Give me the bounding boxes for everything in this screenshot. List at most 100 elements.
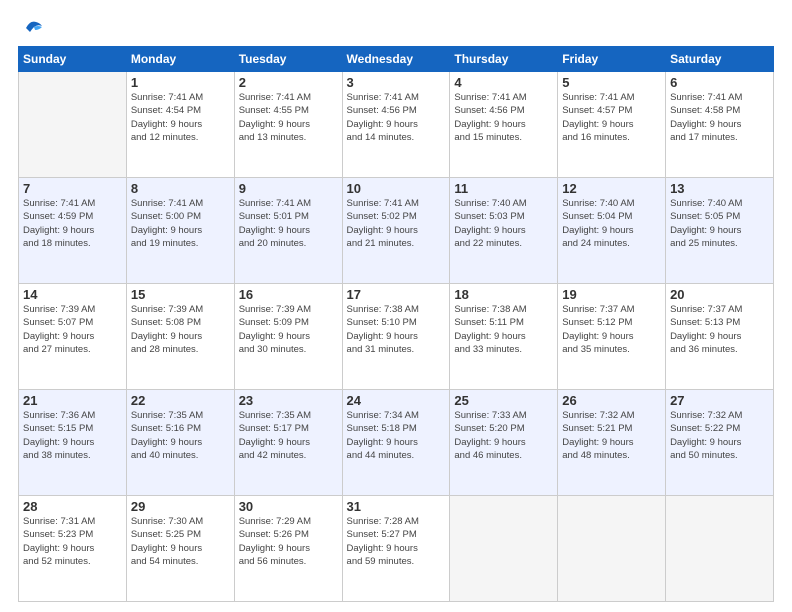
day-number: 17 [347, 287, 446, 302]
day-number: 31 [347, 499, 446, 514]
calendar-week-row: 14Sunrise: 7:39 AMSunset: 5:07 PMDayligh… [19, 284, 774, 390]
day-info: Sunrise: 7:41 AMSunset: 4:54 PMDaylight:… [131, 91, 230, 144]
day-number: 13 [670, 181, 769, 196]
calendar-table: SundayMondayTuesdayWednesdayThursdayFrid… [18, 46, 774, 602]
calendar-cell: 19Sunrise: 7:37 AMSunset: 5:12 PMDayligh… [558, 284, 666, 390]
day-number: 29 [131, 499, 230, 514]
day-number: 18 [454, 287, 553, 302]
calendar-cell: 26Sunrise: 7:32 AMSunset: 5:21 PMDayligh… [558, 390, 666, 496]
calendar-cell: 20Sunrise: 7:37 AMSunset: 5:13 PMDayligh… [666, 284, 774, 390]
day-number: 3 [347, 75, 446, 90]
calendar-header-saturday: Saturday [666, 47, 774, 72]
day-number: 16 [239, 287, 338, 302]
day-info: Sunrise: 7:33 AMSunset: 5:20 PMDaylight:… [454, 409, 553, 462]
calendar-header-wednesday: Wednesday [342, 47, 450, 72]
day-info: Sunrise: 7:41 AMSunset: 4:56 PMDaylight:… [454, 91, 553, 144]
calendar-cell: 13Sunrise: 7:40 AMSunset: 5:05 PMDayligh… [666, 178, 774, 284]
day-info: Sunrise: 7:34 AMSunset: 5:18 PMDaylight:… [347, 409, 446, 462]
calendar-cell: 30Sunrise: 7:29 AMSunset: 5:26 PMDayligh… [234, 496, 342, 602]
calendar-header-tuesday: Tuesday [234, 47, 342, 72]
day-info: Sunrise: 7:32 AMSunset: 5:21 PMDaylight:… [562, 409, 661, 462]
calendar-cell: 27Sunrise: 7:32 AMSunset: 5:22 PMDayligh… [666, 390, 774, 496]
day-info: Sunrise: 7:41 AMSunset: 5:01 PMDaylight:… [239, 197, 338, 250]
calendar-cell: 28Sunrise: 7:31 AMSunset: 5:23 PMDayligh… [19, 496, 127, 602]
calendar-cell: 11Sunrise: 7:40 AMSunset: 5:03 PMDayligh… [450, 178, 558, 284]
calendar-cell: 3Sunrise: 7:41 AMSunset: 4:56 PMDaylight… [342, 72, 450, 178]
day-info: Sunrise: 7:39 AMSunset: 5:08 PMDaylight:… [131, 303, 230, 356]
day-info: Sunrise: 7:37 AMSunset: 5:12 PMDaylight:… [562, 303, 661, 356]
calendar-cell: 10Sunrise: 7:41 AMSunset: 5:02 PMDayligh… [342, 178, 450, 284]
day-number: 22 [131, 393, 230, 408]
calendar-cell: 2Sunrise: 7:41 AMSunset: 4:55 PMDaylight… [234, 72, 342, 178]
calendar-cell: 25Sunrise: 7:33 AMSunset: 5:20 PMDayligh… [450, 390, 558, 496]
day-number: 20 [670, 287, 769, 302]
day-number: 21 [23, 393, 122, 408]
calendar-week-row: 7Sunrise: 7:41 AMSunset: 4:59 PMDaylight… [19, 178, 774, 284]
calendar-cell: 8Sunrise: 7:41 AMSunset: 5:00 PMDaylight… [126, 178, 234, 284]
calendar-header-sunday: Sunday [19, 47, 127, 72]
day-number: 7 [23, 181, 122, 196]
day-number: 1 [131, 75, 230, 90]
day-info: Sunrise: 7:40 AMSunset: 5:03 PMDaylight:… [454, 197, 553, 250]
calendar-cell: 29Sunrise: 7:30 AMSunset: 5:25 PMDayligh… [126, 496, 234, 602]
day-number: 27 [670, 393, 769, 408]
day-info: Sunrise: 7:32 AMSunset: 5:22 PMDaylight:… [670, 409, 769, 462]
day-info: Sunrise: 7:35 AMSunset: 5:17 PMDaylight:… [239, 409, 338, 462]
day-number: 15 [131, 287, 230, 302]
day-info: Sunrise: 7:41 AMSunset: 5:00 PMDaylight:… [131, 197, 230, 250]
day-info: Sunrise: 7:38 AMSunset: 5:11 PMDaylight:… [454, 303, 553, 356]
day-info: Sunrise: 7:41 AMSunset: 4:57 PMDaylight:… [562, 91, 661, 144]
calendar-header-thursday: Thursday [450, 47, 558, 72]
day-info: Sunrise: 7:28 AMSunset: 5:27 PMDaylight:… [347, 515, 446, 568]
logo [18, 18, 46, 38]
calendar-cell: 18Sunrise: 7:38 AMSunset: 5:11 PMDayligh… [450, 284, 558, 390]
day-number: 14 [23, 287, 122, 302]
calendar-cell: 1Sunrise: 7:41 AMSunset: 4:54 PMDaylight… [126, 72, 234, 178]
day-info: Sunrise: 7:41 AMSunset: 4:59 PMDaylight:… [23, 197, 122, 250]
day-info: Sunrise: 7:39 AMSunset: 5:07 PMDaylight:… [23, 303, 122, 356]
calendar-week-row: 21Sunrise: 7:36 AMSunset: 5:15 PMDayligh… [19, 390, 774, 496]
calendar-cell: 24Sunrise: 7:34 AMSunset: 5:18 PMDayligh… [342, 390, 450, 496]
day-info: Sunrise: 7:36 AMSunset: 5:15 PMDaylight:… [23, 409, 122, 462]
page: SundayMondayTuesdayWednesdayThursdayFrid… [0, 0, 792, 612]
calendar-cell: 31Sunrise: 7:28 AMSunset: 5:27 PMDayligh… [342, 496, 450, 602]
day-number: 26 [562, 393, 661, 408]
calendar-cell: 5Sunrise: 7:41 AMSunset: 4:57 PMDaylight… [558, 72, 666, 178]
day-number: 4 [454, 75, 553, 90]
calendar-cell: 6Sunrise: 7:41 AMSunset: 4:58 PMDaylight… [666, 72, 774, 178]
day-number: 23 [239, 393, 338, 408]
calendar-header-monday: Monday [126, 47, 234, 72]
day-info: Sunrise: 7:40 AMSunset: 5:04 PMDaylight:… [562, 197, 661, 250]
calendar-cell: 22Sunrise: 7:35 AMSunset: 5:16 PMDayligh… [126, 390, 234, 496]
calendar-cell [666, 496, 774, 602]
calendar-cell [450, 496, 558, 602]
calendar-cell: 16Sunrise: 7:39 AMSunset: 5:09 PMDayligh… [234, 284, 342, 390]
day-number: 30 [239, 499, 338, 514]
calendar-cell [558, 496, 666, 602]
day-number: 2 [239, 75, 338, 90]
calendar-cell: 4Sunrise: 7:41 AMSunset: 4:56 PMDaylight… [450, 72, 558, 178]
day-number: 5 [562, 75, 661, 90]
day-info: Sunrise: 7:41 AMSunset: 4:58 PMDaylight:… [670, 91, 769, 144]
day-number: 8 [131, 181, 230, 196]
day-number: 24 [347, 393, 446, 408]
calendar-cell [19, 72, 127, 178]
day-number: 28 [23, 499, 122, 514]
day-info: Sunrise: 7:38 AMSunset: 5:10 PMDaylight:… [347, 303, 446, 356]
day-number: 10 [347, 181, 446, 196]
day-info: Sunrise: 7:29 AMSunset: 5:26 PMDaylight:… [239, 515, 338, 568]
calendar-header-friday: Friday [558, 47, 666, 72]
calendar-cell: 17Sunrise: 7:38 AMSunset: 5:10 PMDayligh… [342, 284, 450, 390]
calendar-cell: 23Sunrise: 7:35 AMSunset: 5:17 PMDayligh… [234, 390, 342, 496]
calendar-week-row: 28Sunrise: 7:31 AMSunset: 5:23 PMDayligh… [19, 496, 774, 602]
day-info: Sunrise: 7:30 AMSunset: 5:25 PMDaylight:… [131, 515, 230, 568]
day-number: 6 [670, 75, 769, 90]
day-info: Sunrise: 7:35 AMSunset: 5:16 PMDaylight:… [131, 409, 230, 462]
day-number: 19 [562, 287, 661, 302]
calendar-cell: 14Sunrise: 7:39 AMSunset: 5:07 PMDayligh… [19, 284, 127, 390]
day-info: Sunrise: 7:40 AMSunset: 5:05 PMDaylight:… [670, 197, 769, 250]
day-number: 11 [454, 181, 553, 196]
calendar-header-row: SundayMondayTuesdayWednesdayThursdayFrid… [19, 47, 774, 72]
calendar-cell: 15Sunrise: 7:39 AMSunset: 5:08 PMDayligh… [126, 284, 234, 390]
day-number: 12 [562, 181, 661, 196]
